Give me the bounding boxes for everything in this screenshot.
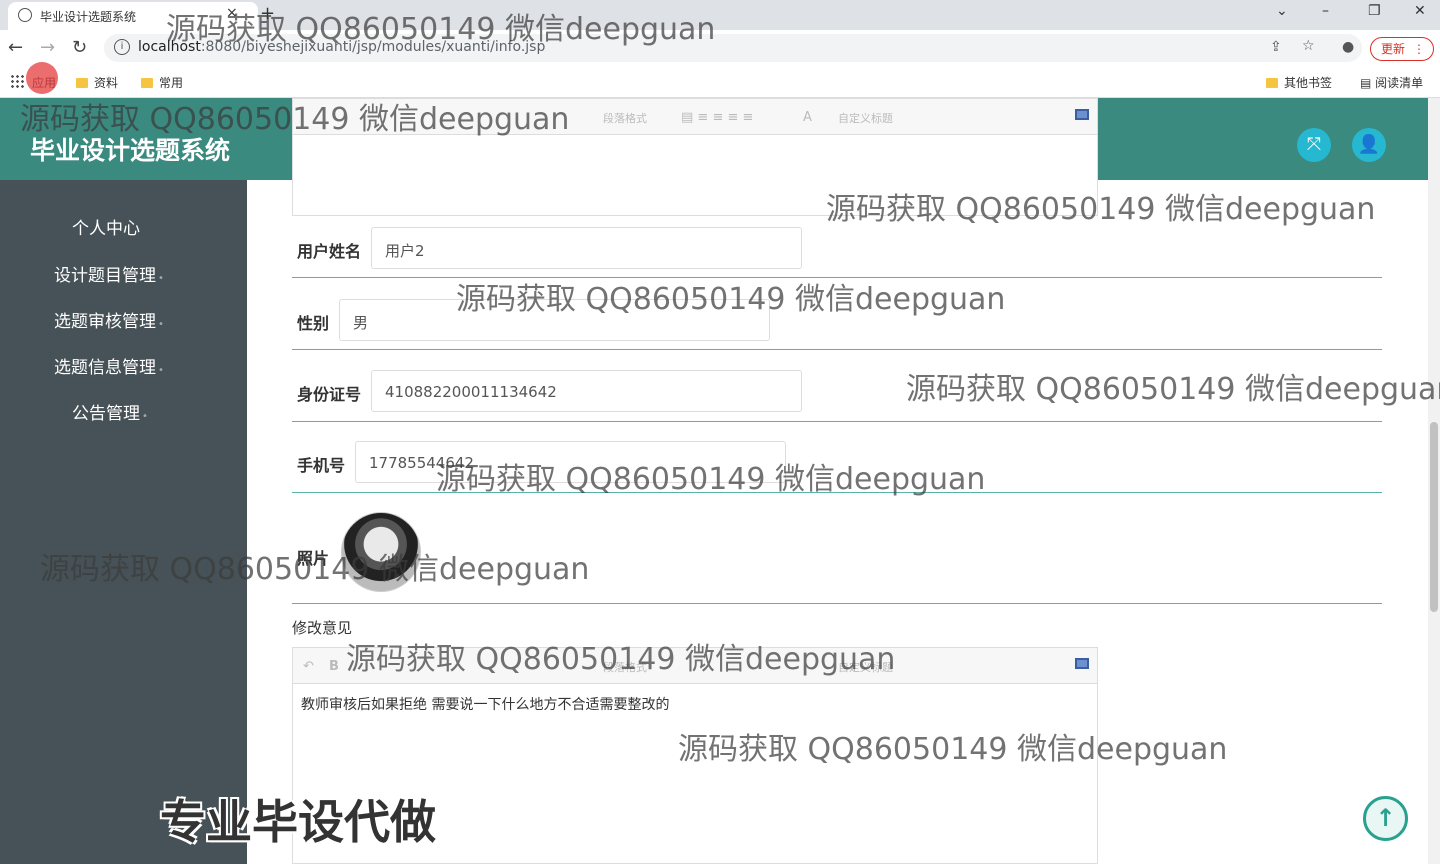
idcard-input[interactable]: 410882200011134642: [371, 370, 802, 412]
window-close-icon[interactable]: ✕: [1414, 3, 1426, 19]
sidebar-item-personal-center[interactable]: 个人中心: [72, 214, 140, 239]
minimize-icon[interactable]: –: [1322, 3, 1329, 19]
forward-icon[interactable]: →: [40, 37, 55, 58]
sidebar-item-label: 公告管理: [72, 404, 140, 424]
divider: [292, 421, 1382, 422]
menu-kebab-icon[interactable]: ⋮: [1413, 38, 1425, 60]
revise-opinion-label: 修改意见: [292, 619, 353, 637]
idcard-label: 身份证号: [297, 385, 362, 404]
divider: [292, 277, 1382, 278]
bookmark-folder-changyong[interactable]: 常用: [141, 74, 183, 91]
editor-toolbar: ↶ B 段落格式 自定义标题: [293, 648, 1097, 684]
back-icon[interactable]: ←: [8, 37, 23, 58]
address-bar[interactable]: i localhost:8080/biyeshejixuanti/jsp/mod…: [104, 34, 1362, 62]
apps-grid-icon[interactable]: [10, 74, 24, 88]
folder-icon: [1266, 78, 1278, 88]
editor-toolbar: 段落格式 ▤ ≡ ≡ ≡ ≡ A 自定义标题: [293, 99, 1097, 135]
update-button[interactable]: 更新 ⋮: [1370, 37, 1434, 61]
editor-fullscreen-icon[interactable]: [1075, 109, 1089, 120]
divider: [292, 492, 1382, 493]
bookmark-star-icon[interactable]: ☆: [1302, 38, 1315, 54]
bookmark-label: 其他书签: [1284, 76, 1333, 90]
browser-toolbar: ← → ↻ i localhost:8080/biyeshejixuanti/j…: [0, 30, 1440, 66]
reading-list[interactable]: ▤ 阅读清单: [1360, 74, 1423, 91]
editor-fullscreen-icon[interactable]: [1075, 658, 1089, 669]
back-to-top-icon[interactable]: ↑: [1363, 796, 1408, 841]
custom-title-select[interactable]: 自定义标题: [838, 110, 893, 126]
paragraph-format-select[interactable]: 段落格式: [603, 659, 647, 675]
page-scrollbar[interactable]: [1428, 98, 1440, 864]
app-title: 毕业设计选题系统: [30, 136, 231, 165]
folder-icon: [141, 78, 153, 88]
promo-banner-text: 专业毕设代做: [160, 795, 436, 849]
custom-title-select[interactable]: 自定义标题: [838, 659, 893, 675]
divider: [292, 349, 1382, 350]
share-icon[interactable]: ⇪: [1270, 39, 1282, 55]
sidebar-item-label: 设计题目管理: [54, 266, 156, 286]
sidebar-item-topic-management[interactable]: 设计题目管理 •: [54, 261, 164, 286]
sidebar-item-label: 选题审核管理: [54, 312, 156, 332]
tab-title: 毕业设计选题系统: [40, 10, 137, 24]
bookmark-label: 常用: [159, 76, 184, 90]
align-icons[interactable]: ▤ ≡ ≡ ≡ ≡: [681, 110, 753, 125]
profile-icon[interactable]: ●: [1342, 39, 1354, 55]
site-info-icon[interactable]: i: [114, 39, 130, 55]
tab-search-icon[interactable]: ⌄: [1276, 3, 1288, 19]
user-icon[interactable]: 👤: [1352, 128, 1386, 162]
sidebar-item-selection-info[interactable]: 选题信息管理 •: [54, 353, 164, 378]
rich-text-editor-top[interactable]: 段落格式 ▤ ≡ ≡ ≡ ≡ A 自定义标题: [292, 98, 1098, 216]
sidebar-item-label: 选题信息管理: [54, 358, 156, 378]
reading-list-icon: ▤: [1360, 76, 1376, 90]
paragraph-format-select[interactable]: 段落格式: [603, 110, 647, 126]
photo-avatar[interactable]: [341, 512, 421, 592]
gender-input[interactable]: 男: [339, 299, 770, 341]
username-input[interactable]: 用户2: [371, 227, 802, 269]
bookmark-other[interactable]: 其他书签: [1266, 74, 1332, 91]
url-host: localhost: [138, 39, 201, 55]
fullscreen-icon[interactable]: ⤧: [1297, 128, 1331, 162]
bold-icon[interactable]: B: [329, 659, 339, 674]
sidebar-item-review-management[interactable]: 选题审核管理 •: [54, 307, 164, 332]
photo-label: 照片: [297, 549, 330, 568]
url-path: :8080/biyeshejixuanti/jsp/modules/xuanti…: [200, 39, 546, 55]
expand-dot-icon: •: [142, 411, 148, 422]
expand-dot-icon: •: [158, 273, 164, 284]
tab-close-icon[interactable]: ×: [226, 5, 238, 21]
expand-dot-icon: •: [158, 319, 164, 330]
bookmark-label: 阅读清单: [1375, 76, 1424, 90]
site-favicon-icon: [18, 8, 32, 22]
update-label: 更新: [1381, 42, 1406, 56]
scrollbar-thumb[interactable]: [1430, 422, 1438, 612]
divider: [292, 603, 1382, 604]
undo-icon[interactable]: ↶: [303, 659, 314, 674]
restore-icon[interactable]: ❐: [1368, 3, 1381, 19]
bookmark-label: 资料: [94, 76, 119, 90]
username-label: 用户姓名: [297, 242, 362, 261]
phone-label: 手机号: [297, 456, 346, 475]
font-color-icon[interactable]: A: [803, 110, 812, 125]
browser-tab[interactable]: 毕业设计选题系统 ×: [8, 2, 258, 30]
bookmarks-bar: 应用 资料 常用 其他书签 ▤ 阅读清单: [0, 66, 1440, 98]
folder-icon: [76, 78, 88, 88]
expand-dot-icon: •: [158, 365, 164, 376]
revise-opinion-text: 教师审核后如果拒绝 需要说一下什么地方不合适需要整改的: [301, 697, 670, 713]
sidebar-item-label: 个人中心: [72, 219, 140, 239]
sidebar-item-announcements[interactable]: 公告管理 •: [72, 399, 148, 424]
phone-input[interactable]: 17785544642: [355, 441, 786, 483]
cursor-highlight: [26, 62, 58, 94]
sidebar: 个人中心 设计题目管理 • 选题审核管理 • 选题信息管理 • 公告管理 •: [0, 180, 247, 864]
reload-icon[interactable]: ↻: [72, 37, 87, 58]
new-tab-icon[interactable]: +: [260, 3, 275, 24]
browser-tab-bar: 毕业设计选题系统 × + ⌄ – ❐ ✕: [0, 0, 1440, 30]
bookmark-folder-ziliao[interactable]: 资料: [76, 74, 118, 91]
gender-label: 性别: [297, 314, 330, 333]
